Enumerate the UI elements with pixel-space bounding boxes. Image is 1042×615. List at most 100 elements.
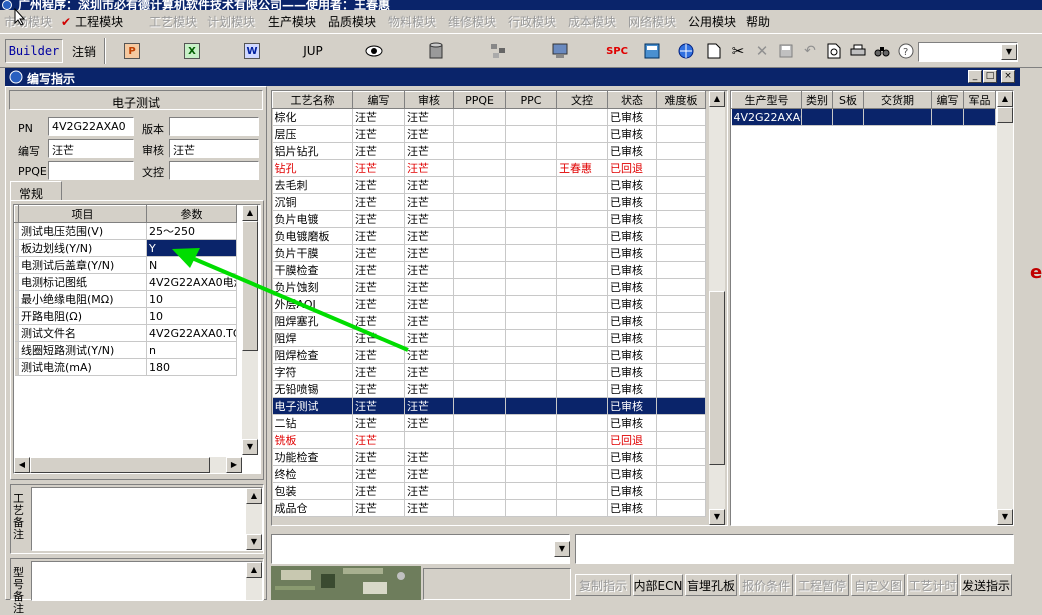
calculator-button[interactable]	[640, 39, 664, 63]
param-row[interactable]: 板边划线(Y/N) Y	[14, 239, 237, 257]
menu-item[interactable]: 品质模块	[328, 13, 376, 30]
table-row[interactable]: 负片蚀刻 汪芒 汪芒 已审核	[272, 278, 706, 296]
menu-item[interactable]: 维修模块	[448, 13, 496, 30]
table-row[interactable]: 去毛刺 汪芒 汪芒 已审核	[272, 176, 706, 194]
table-row[interactable]: 负片干膜 汪芒 汪芒 已审核	[272, 244, 706, 262]
column-header[interactable]: 文控	[556, 91, 608, 109]
menu-item[interactable]: 帮助	[746, 13, 770, 30]
table-row[interactable]: 二钻 汪芒 汪芒 已审核	[272, 414, 706, 432]
table-row[interactable]: 终检 汪芒 汪芒 已审核	[272, 465, 706, 483]
scroll-down-icon[interactable]: ▼	[997, 509, 1013, 525]
new-file-button[interactable]	[702, 39, 726, 63]
params-hscroll[interactable]: ◀ ▶	[14, 457, 242, 473]
builder-button[interactable]: Builder	[5, 39, 63, 63]
param-value-cell[interactable]: 25～250	[146, 222, 237, 240]
param-value-cell[interactable]: N	[146, 256, 237, 274]
column-header[interactable]: 审核	[404, 91, 454, 109]
menu-item[interactable]: 工艺模块	[149, 13, 197, 30]
column-header[interactable]: 类别	[801, 91, 833, 109]
scroll-up-icon[interactable]: ▲	[246, 488, 262, 504]
menu-item[interactable]: 行政模块	[508, 13, 556, 30]
bottom-button[interactable]: 内部ECN	[633, 574, 683, 596]
bottom-button[interactable]: 工程暂停	[795, 574, 849, 596]
scroll-down-icon[interactable]: ▼	[242, 439, 258, 455]
bottom-button[interactable]: 报价条件	[739, 574, 793, 596]
minimize-button[interactable]: _	[968, 70, 982, 83]
table-row[interactable]: 棕化 汪芒 汪芒 已审核	[272, 108, 706, 126]
scroll-right-icon[interactable]: ▶	[226, 457, 242, 473]
param-row[interactable]: 电测标记图纸4V2G22AXA0电测...	[14, 273, 237, 291]
globe-button[interactable]	[674, 39, 698, 63]
bottom-combo[interactable]: ▼	[271, 534, 570, 564]
param-value-cell[interactable]: Y	[146, 239, 237, 257]
table-row[interactable]: 铝片钻孔 汪芒 汪芒 已审核	[272, 142, 706, 160]
process-scroll-thumb[interactable]	[709, 291, 725, 465]
jup-button[interactable]: JUP	[296, 39, 330, 63]
menu-item[interactable]: 成本模块	[568, 13, 616, 30]
param-value-cell[interactable]: 180	[146, 358, 237, 376]
scroll-up-icon[interactable]: ▲	[997, 91, 1013, 107]
menu-item[interactable]: 公用模块	[688, 13, 736, 30]
bottom-button[interactable]: 工艺计时	[907, 574, 958, 596]
param-value-cell[interactable]: 4V2G22AXA0.TGZ	[146, 324, 237, 342]
scroll-up-icon[interactable]: ▲	[242, 205, 258, 221]
menu-item[interactable]: ✔ 工程模块	[61, 13, 123, 30]
param-value-cell[interactable]: n	[146, 341, 237, 359]
spc-button[interactable]: SPC	[600, 39, 634, 63]
cut-button[interactable]: ✂	[726, 39, 750, 63]
menu-item[interactable]: 生产模块	[268, 13, 316, 30]
process-remark-field[interactable]: ▲ ▼	[31, 487, 263, 551]
column-header[interactable]: 状态	[607, 91, 657, 109]
table-row[interactable]: 包装 汪芒 汪芒 已审核	[272, 482, 706, 500]
params-vscroll[interactable]: ▲ ▼	[242, 205, 258, 455]
doc-control-field[interactable]	[169, 161, 259, 180]
save-button[interactable]	[774, 39, 798, 63]
param-value-cell[interactable]: 10	[146, 290, 237, 308]
scroll-up-icon[interactable]: ▲	[709, 91, 725, 107]
remark-vscroll[interactable]: ▲ ▼	[246, 488, 262, 550]
excel-button[interactable]: X	[178, 39, 206, 63]
scroll-down-icon[interactable]: ▼	[246, 534, 262, 550]
param-row[interactable]: 测试文件名4V2G22AXA0.TGZ	[14, 324, 237, 342]
scroll-up-icon[interactable]: ▲	[246, 562, 262, 578]
param-header-value[interactable]: 参数	[146, 205, 237, 223]
column-header[interactable]: 生产型号	[731, 91, 802, 109]
param-row[interactable]: 最小绝缘电阻(MΩ) 10	[14, 290, 237, 308]
model-scroll-thumb[interactable]	[997, 107, 1013, 123]
table-row[interactable]: 阻焊检查 汪芒 汪芒 已审核	[272, 346, 706, 364]
bottom-button[interactable]: 自定义图	[851, 574, 905, 596]
column-header[interactable]: 编写	[931, 91, 964, 109]
menu-item[interactable]: 市场模块	[4, 13, 52, 30]
param-header-item[interactable]: 项目	[18, 205, 147, 223]
scroll-left-icon[interactable]: ◀	[14, 457, 30, 473]
table-row[interactable]: 铣板 汪芒 已回退	[272, 431, 706, 449]
chevron-down-icon[interactable]: ▼	[1001, 44, 1017, 60]
column-header[interactable]: 编写	[352, 91, 405, 109]
model-vscroll[interactable]: ▲ ▼	[997, 91, 1013, 525]
bottom-text-field[interactable]	[575, 534, 1014, 564]
maximize-button[interactable]: □	[983, 70, 997, 83]
table-row[interactable]: 电子测试 汪芒 汪芒 已审核	[272, 397, 706, 415]
bottom-button[interactable]: 盲埋孔板	[685, 574, 737, 596]
undo-button[interactable]: ↶	[798, 39, 822, 63]
column-header[interactable]: 难度板	[656, 91, 706, 109]
word-button[interactable]: W	[238, 39, 266, 63]
network-button[interactable]	[484, 39, 512, 63]
tab-general[interactable]: 常规	[10, 181, 62, 201]
review-field[interactable]: 汪芒	[169, 139, 259, 158]
close-button[interactable]: ×	[1001, 70, 1015, 83]
writer-field[interactable]: 汪芒	[48, 139, 134, 158]
chevron-down-icon[interactable]: ▼	[554, 541, 570, 557]
version-field[interactable]	[169, 117, 259, 136]
model-remark-vscroll[interactable]: ▲	[246, 562, 262, 600]
table-row[interactable]: 阻焊 汪芒 汪芒 已审核	[272, 329, 706, 347]
database-button[interactable]	[422, 39, 450, 63]
computer-button[interactable]	[546, 39, 574, 63]
print-button[interactable]	[846, 39, 870, 63]
process-vscroll[interactable]: ▲ ▼	[709, 91, 725, 525]
param-value-cell[interactable]: 4V2G22AXA0电测...	[146, 273, 237, 291]
toolbar-dropdown[interactable]: ▼	[918, 42, 1018, 62]
param-row[interactable]: 测试电流(mA) 180	[14, 358, 237, 376]
pn-field[interactable]: 4V2G22AXA0	[48, 117, 134, 136]
table-row[interactable]: 钻孔 汪芒 汪芒 王春惠 已回退	[272, 159, 706, 177]
